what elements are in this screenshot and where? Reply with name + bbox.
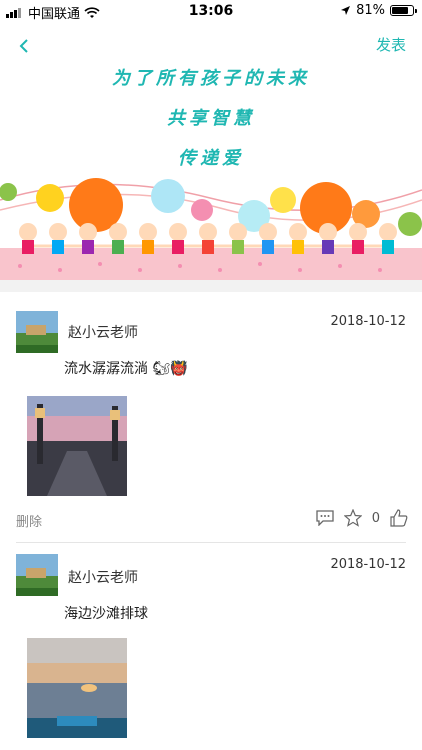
post-date: 2018-10-12 <box>330 557 406 572</box>
avatar[interactable] <box>16 311 58 353</box>
post-author: 赵小云老师 <box>68 570 138 586</box>
post-author: 赵小云老师 <box>68 325 138 341</box>
like-count: 0 <box>371 510 380 526</box>
thumbs-up-icon[interactable] <box>390 509 408 527</box>
star-icon[interactable] <box>343 509 362 527</box>
avatar-landscape-image <box>16 311 58 353</box>
post-date: 2018-10-12 <box>330 314 406 329</box>
avatar[interactable] <box>16 554 58 596</box>
post-item: 赵小云老师 2018-10-12 海边沙滩排球 <box>0 543 422 750</box>
header-banner: 发表 为了所有孩子的未来 共享智慧 传递爱 <box>0 0 422 280</box>
post-photo-bridge[interactable] <box>27 396 127 496</box>
bridge-photo-image <box>27 396 127 496</box>
back-chevron-icon[interactable] <box>14 36 34 56</box>
children-illustration <box>0 178 422 280</box>
delete-button[interactable]: 删除 <box>16 511 42 530</box>
post-photo-beach[interactable] <box>27 638 127 738</box>
slogan-line-3: 传递爱 <box>178 148 244 169</box>
comment-icon[interactable] <box>316 510 334 526</box>
slogan-line-2: 共享智慧 <box>167 108 255 129</box>
post-text: 海边沙滩排球 <box>64 606 148 622</box>
beach-photo-image <box>27 638 127 738</box>
publish-button[interactable]: 发表 <box>376 34 406 55</box>
section-divider <box>0 280 422 292</box>
avatar-landscape-image <box>16 554 58 596</box>
post-text: 流水潺潺流淌 🐿👹 <box>64 361 188 377</box>
post-actions: 0 <box>316 509 408 527</box>
slogan-line-1: 为了所有孩子的未来 <box>112 68 310 89</box>
post-item: 赵小云老师 2018-10-12 流水潺潺流淌 🐿👹 删除 0 <box>0 292 422 542</box>
